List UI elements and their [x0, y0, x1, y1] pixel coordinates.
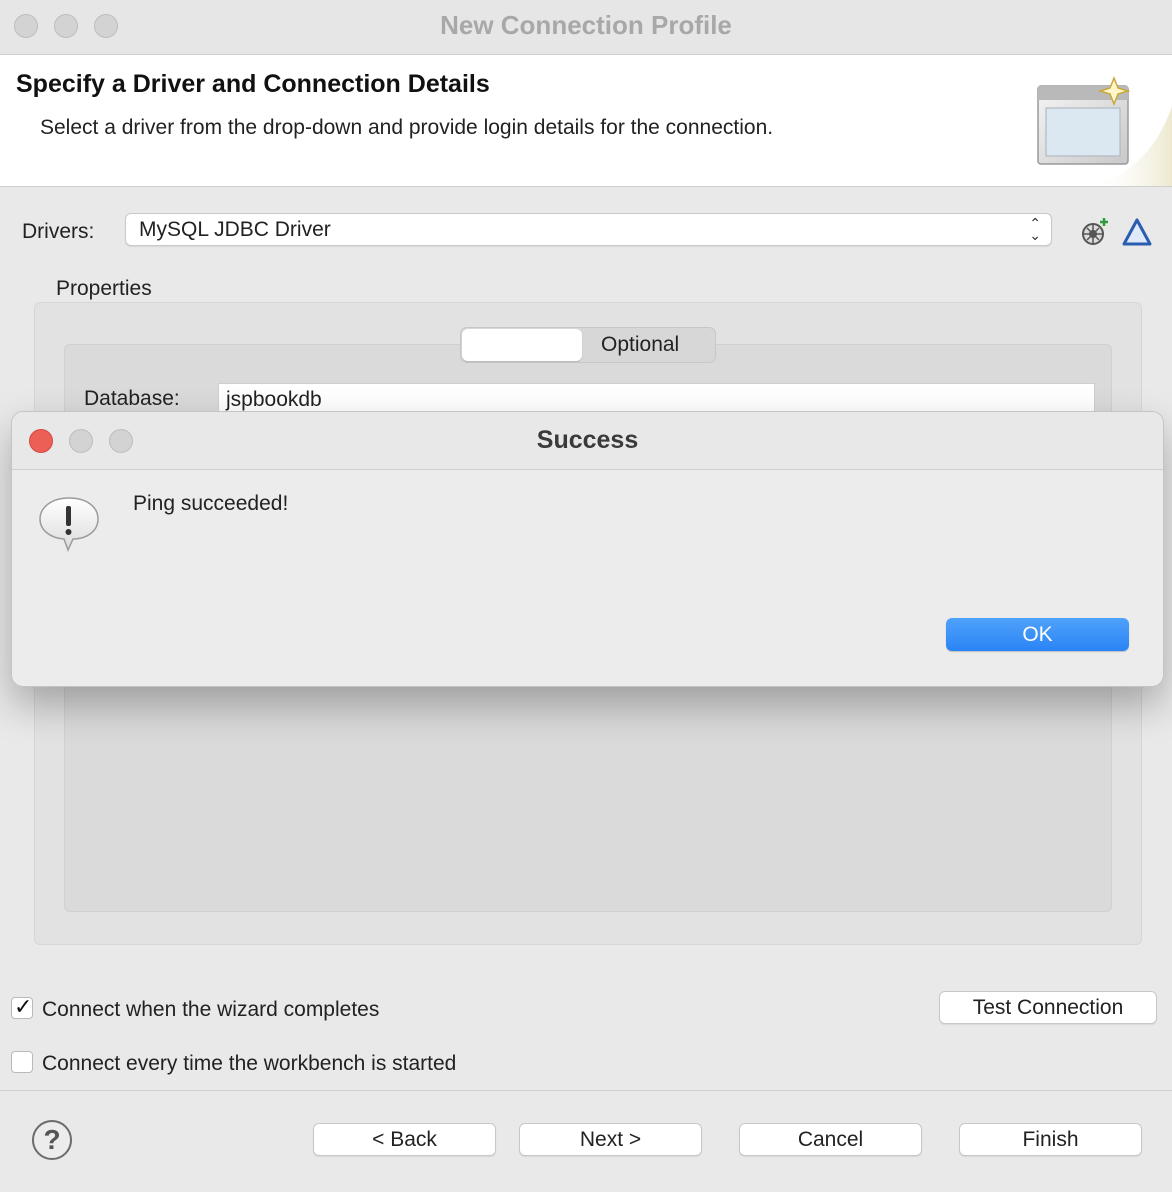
- drivers-select-value: MySQL JDBC Driver: [139, 218, 331, 241]
- drivers-select[interactable]: MySQL JDBC Driver ⌃ ⌄: [125, 213, 1052, 246]
- dialog-title-bar: Success: [12, 412, 1163, 470]
- footer-divider: [0, 1090, 1172, 1091]
- dialog-message: Ping succeeded!: [133, 492, 289, 515]
- connect-on-complete-checkbox[interactable]: ✓: [11, 994, 33, 1019]
- properties-group-label: Properties: [56, 277, 152, 300]
- tab-general[interactable]: [462, 329, 582, 361]
- back-button[interactable]: < Back: [313, 1123, 496, 1156]
- database-label: Database:: [84, 387, 180, 410]
- finish-button[interactable]: Finish: [959, 1123, 1142, 1156]
- connect-on-start-label: Connect every time the workbench is star…: [42, 1052, 457, 1075]
- wizard-page-description: Select a driver from the drop-down and p…: [40, 116, 774, 139]
- checkmark-icon: ✓: [14, 994, 33, 1019]
- test-connection-button[interactable]: Test Connection: [939, 991, 1157, 1024]
- edit-driver-definition-icon[interactable]: [1121, 216, 1153, 248]
- drivers-label: Drivers:: [22, 220, 95, 243]
- properties-tabs: Optional: [460, 327, 716, 363]
- window-title: New Connection Profile: [440, 10, 732, 40]
- info-speech-bubble-icon: [39, 497, 99, 552]
- tab-optional[interactable]: Optional: [601, 333, 679, 357]
- wizard-page-title: Specify a Driver and Connection Details: [16, 70, 490, 98]
- help-icon[interactable]: ?: [32, 1120, 72, 1160]
- connect-on-start-checkbox[interactable]: [11, 1051, 33, 1073]
- success-dialog: Success Ping succeeded! OK: [11, 411, 1164, 687]
- new-driver-definition-icon[interactable]: [1078, 216, 1110, 248]
- next-button[interactable]: Next >: [519, 1123, 702, 1156]
- database-input-value: jspbookdb: [226, 388, 322, 411]
- cancel-button[interactable]: Cancel: [739, 1123, 922, 1156]
- wizard-banner-icon: [1037, 76, 1172, 186]
- dialog-title: Success: [536, 426, 639, 454]
- connect-on-complete-label: Connect when the wizard completes: [42, 998, 380, 1021]
- ok-button[interactable]: OK: [946, 618, 1129, 651]
- chevron-up-down-icon: ⌃ ⌄: [1029, 215, 1041, 243]
